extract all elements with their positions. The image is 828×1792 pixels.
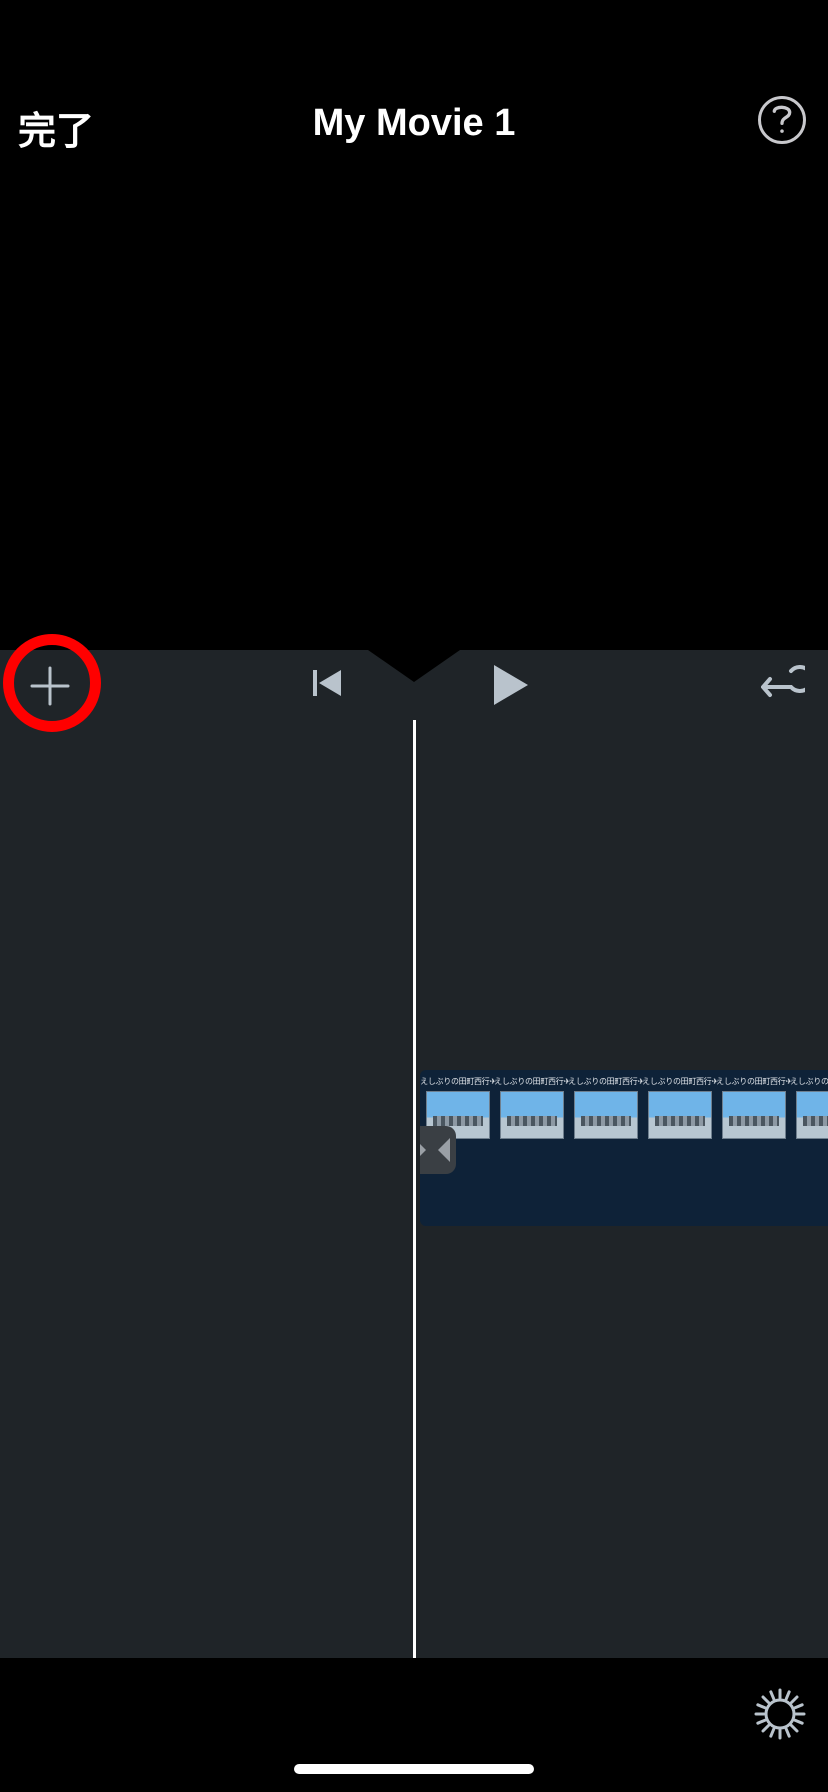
undo-icon [761,693,805,708]
play-icon [488,695,532,710]
video-preview[interactable] [0,170,828,650]
clip-thumbnail: えしぶりの田町西行✈ [720,1076,788,1218]
timeline-area[interactable]: えしぶりの田町西行✈ えしぶりの田町西行✈ えしぶりの田町西行✈ えしぶりの田町… [0,720,828,1658]
thumb-label: えしぶりの田町西行✈ [716,1076,792,1087]
thumb-label: えしぶりの田町西行✈ [790,1076,828,1087]
home-indicator[interactable] [294,1764,534,1774]
playhead-notch [368,650,460,682]
thumb-image [796,1091,828,1139]
skip-to-start-button[interactable] [310,666,346,702]
clip-thumbnail: えしぶりの田町西行✈ [572,1076,640,1218]
help-icon [771,102,793,139]
gear-icon [754,1728,806,1743]
add-media-button[interactable] [30,666,70,706]
play-button[interactable] [488,663,532,707]
clip-thumbnail: えしぶりの田町西行✈ [794,1076,828,1218]
clip-thumbnail: えしぶりの田町西行✈ [498,1076,566,1218]
editor-header: 完了 My Movie 1 [0,0,828,170]
video-clip[interactable]: えしぶりの田町西行✈ えしぶりの田町西行✈ えしぶりの田町西行✈ えしぶりの田町… [420,1070,828,1226]
thumb-image [722,1091,786,1139]
thumb-image [574,1091,638,1139]
transition-handle[interactable] [420,1126,456,1174]
thumb-image [648,1091,712,1139]
help-button[interactable] [758,96,806,144]
undo-button[interactable] [761,665,805,705]
project-title: My Movie 1 [0,102,828,145]
skip-back-icon [311,688,345,703]
thumb-label: えしぶりの田町西行✈ [568,1076,644,1087]
playback-toolbar [0,650,828,720]
thumb-label: えしぶりの田町西行✈ [420,1076,496,1087]
plus-icon [30,694,70,709]
project-settings-button[interactable] [754,1688,806,1740]
thumb-label: えしぶりの田町西行✈ [642,1076,718,1087]
thumb-image [500,1091,564,1139]
playhead[interactable] [413,720,416,1658]
clip-thumbnail: えしぶりの田町西行✈ [646,1076,714,1218]
bottom-bar [0,1658,828,1792]
thumb-label: えしぶりの田町西行✈ [494,1076,570,1087]
